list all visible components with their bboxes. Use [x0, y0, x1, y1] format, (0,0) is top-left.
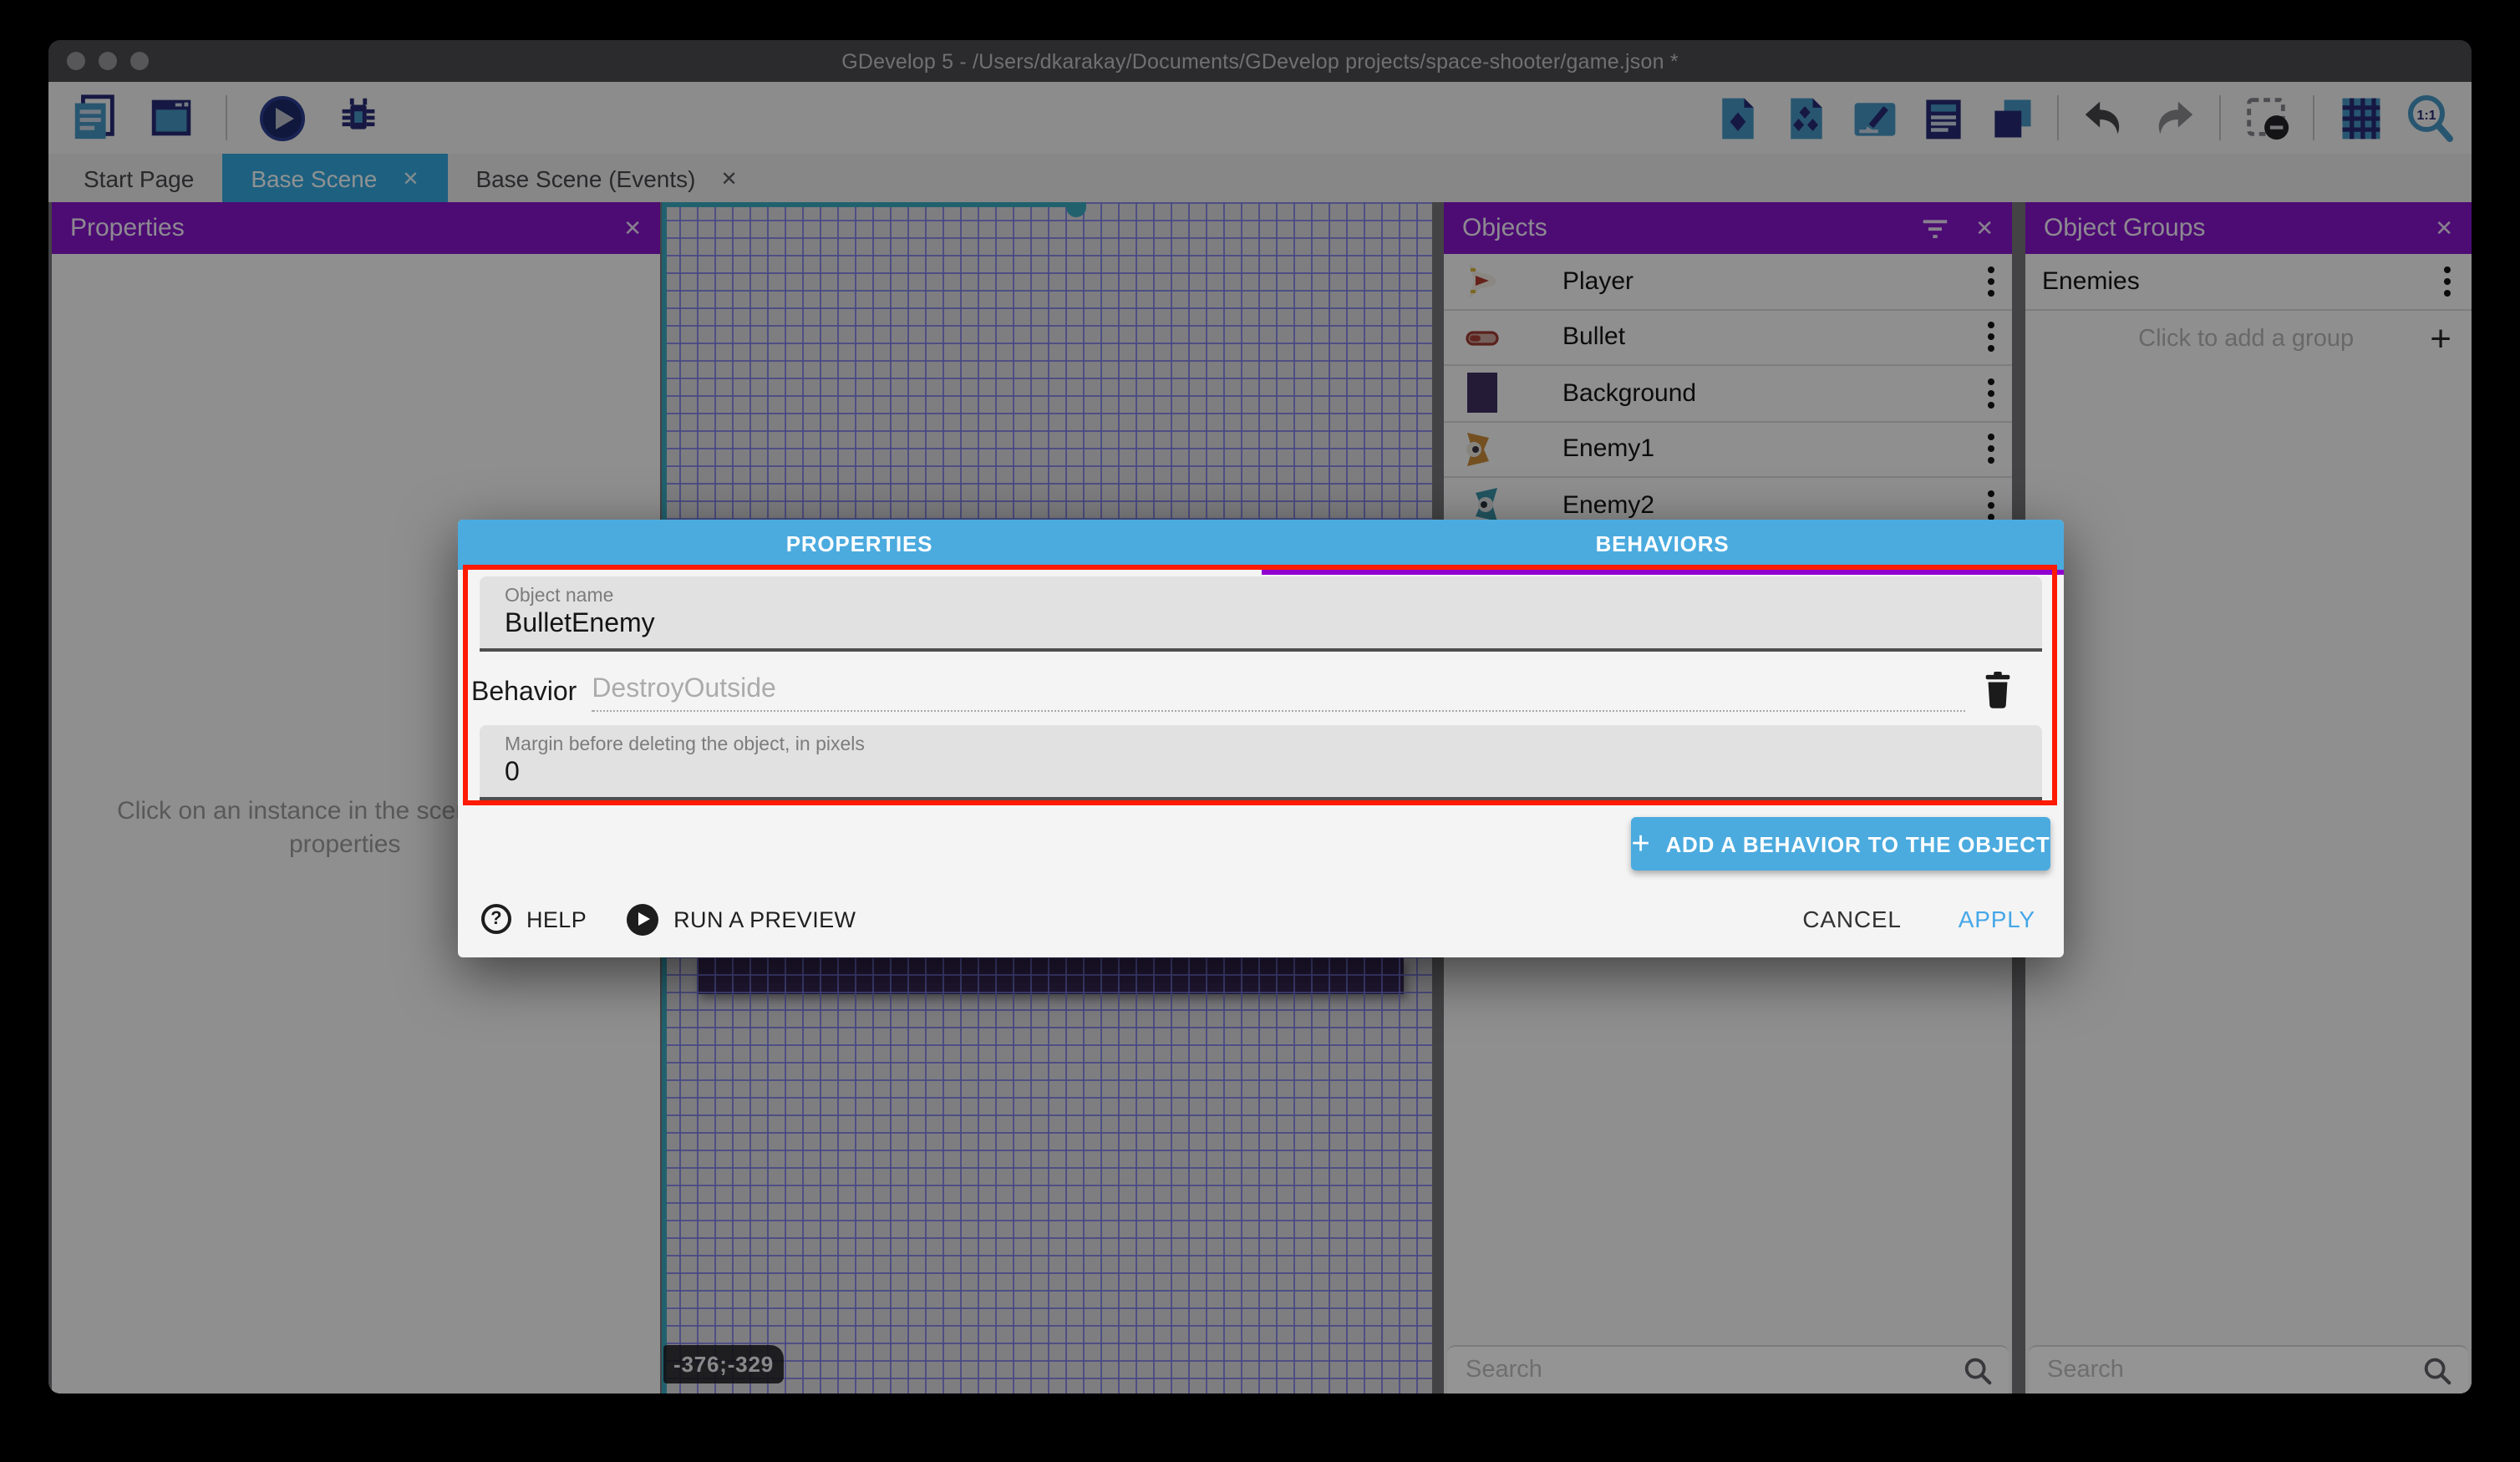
- gdevelop-window: GDevelop 5 - /Users/dkarakay/Documents/G…: [48, 40, 2472, 1393]
- help-button[interactable]: ? HELP: [481, 904, 587, 934]
- object-name-label: Object name: [505, 586, 613, 607]
- add-behavior-label: ADD A BEHAVIOR TO THE OBJECT: [1665, 831, 2050, 856]
- behavior-name-input[interactable]: [592, 675, 1965, 712]
- margin-field[interactable]: Margin before deleting the object, in pi…: [480, 725, 2042, 800]
- object-name-field[interactable]: Object name: [480, 576, 2042, 652]
- help-label: HELP: [526, 906, 587, 932]
- tab-behaviors[interactable]: BEHAVIORS: [1261, 520, 2064, 569]
- trash-icon: [1979, 670, 2014, 710]
- object-name-input[interactable]: [505, 610, 1975, 640]
- play-preview-icon: [627, 903, 658, 935]
- apply-button[interactable]: APPLY: [1959, 906, 2035, 932]
- run-preview-button[interactable]: RUN A PREVIEW: [627, 903, 856, 935]
- tab-properties[interactable]: PROPERTIES: [458, 520, 1261, 569]
- margin-label: Margin before deleting the object, in pi…: [505, 735, 865, 755]
- add-behavior-button[interactable]: + ADD A BEHAVIOR TO THE OBJECT: [1631, 817, 2050, 871]
- behavior-label: Behavior: [471, 678, 577, 708]
- plus-icon: +: [1631, 828, 1650, 860]
- delete-behavior-button[interactable]: [1970, 663, 2024, 717]
- object-editor-dialog: PROPERTIES BEHAVIORS Object name Behavio…: [458, 520, 2064, 957]
- behavior-row: Behavior: [471, 668, 1965, 718]
- dialog-tabbar: PROPERTIES BEHAVIORS: [458, 520, 2064, 569]
- run-preview-label: RUN A PREVIEW: [673, 906, 856, 932]
- margin-input[interactable]: [505, 759, 1975, 789]
- desktop: GDevelop 5 - /Users/dkarakay/Documents/G…: [0, 0, 2520, 1462]
- dialog-footer: ? HELP RUN A PREVIEW CANCEL APPLY: [481, 898, 2035, 940]
- cancel-button[interactable]: CANCEL: [1802, 906, 1901, 932]
- help-icon: ?: [481, 904, 511, 934]
- active-tab-indicator: [1261, 569, 2064, 574]
